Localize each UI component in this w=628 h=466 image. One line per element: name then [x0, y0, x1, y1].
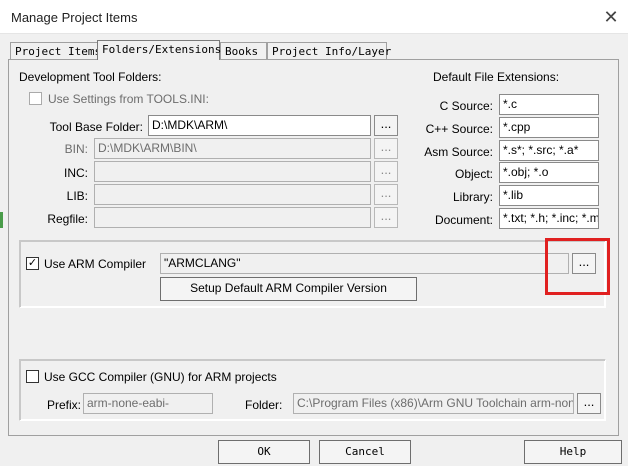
use-gcc-label: Use GCC Compiler (GNU) for ARM projects [44, 370, 277, 384]
help-button[interactable]: Help [524, 440, 622, 464]
library-field[interactable]: *.lib [499, 185, 599, 206]
tab-folders-extensions[interactable]: Folders/Extensions [97, 40, 221, 60]
prefix-field[interactable]: arm-none-eabi- [83, 393, 213, 414]
regfile-label: Regfile: [47, 212, 88, 226]
library-label: Library: [452, 190, 493, 204]
bin-label: BIN: [64, 142, 88, 156]
c-source-label: C Source: [439, 99, 493, 113]
dev-tools-group-label: Development Tool Folders: [19, 70, 162, 84]
arm-compiler-browse-button[interactable]: ... [572, 253, 596, 274]
lib-field[interactable] [94, 184, 371, 205]
tool-base-label: Tool Base Folder: [49, 120, 143, 134]
bin-browse-button[interactable]: ... [374, 138, 398, 159]
gcc-folder-browse-button[interactable]: ... [577, 393, 601, 414]
regfile-browse-button[interactable]: ... [374, 207, 398, 228]
arm-compiler-field[interactable]: "ARMCLANG" [160, 253, 569, 274]
extensions-group-label: Default File Extensions: [433, 70, 560, 84]
use-settings-label: Use Settings from TOOLS.INI: [48, 92, 209, 106]
inc-field[interactable] [94, 161, 371, 182]
c-source-field[interactable]: *.c [499, 94, 599, 115]
use-arm-compiler-label: Use ARM Compiler [44, 257, 147, 271]
setup-arm-compiler-button[interactable]: Setup Default ARM Compiler Version [160, 277, 417, 301]
inc-label: INC: [64, 166, 88, 180]
cpp-source-field[interactable]: *.cpp [499, 117, 599, 138]
tab-project-items[interactable]: Project Items [10, 42, 101, 60]
window-title: Manage Project Items [11, 10, 138, 25]
bin-field[interactable]: D:\MDK\ARM\BIN\ [94, 138, 371, 159]
document-label: Document: [434, 213, 493, 227]
object-label: Object: [454, 167, 493, 181]
tool-base-browse-button[interactable]: ... [374, 115, 398, 136]
object-field[interactable]: *.obj; *.o [499, 162, 599, 183]
use-arm-compiler-checkbox[interactable]: ✓ [26, 257, 39, 270]
prefix-label: Prefix: [47, 398, 82, 412]
edge-mark [0, 212, 3, 228]
gcc-folder-field[interactable]: C:\Program Files (x86)\Arm GNU Toolchain… [293, 393, 574, 414]
title-bar: Manage Project Items ✕ [0, 0, 628, 34]
cpp-source-label: C++ Source: [425, 122, 493, 136]
close-icon[interactable]: ✕ [594, 0, 628, 34]
asm-source-label: Asm Source: [424, 145, 493, 159]
tab-project-info-layer[interactable]: Project Info/Layer [267, 42, 391, 60]
lib-label: LIB: [66, 189, 88, 203]
cancel-button[interactable]: Cancel [319, 440, 411, 464]
asm-source-field[interactable]: *.s*; *.src; *.a* [499, 140, 599, 161]
use-settings-checkbox[interactable] [29, 92, 42, 105]
document-field[interactable]: *.txt; *.h; *.inc; *.md [499, 208, 599, 229]
ok-button[interactable]: OK [218, 440, 310, 464]
use-gcc-checkbox[interactable] [26, 370, 39, 383]
lib-browse-button[interactable]: ... [374, 184, 398, 205]
tab-books[interactable]: Books [220, 42, 267, 60]
inc-browse-button[interactable]: ... [374, 161, 398, 182]
tool-base-field[interactable]: D:\MDK\ARM\ [148, 115, 371, 136]
regfile-field[interactable] [94, 207, 371, 228]
folder-label: Folder: [245, 398, 283, 412]
